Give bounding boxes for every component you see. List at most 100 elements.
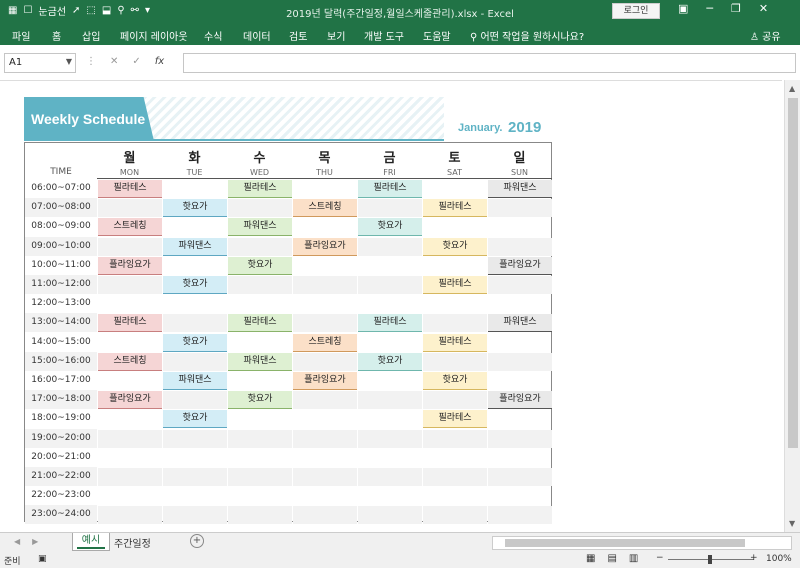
- class-cell-mon[interactable]: 스트레칭: [98, 352, 162, 371]
- class-cell-sun[interactable]: [488, 218, 552, 236]
- time-cell[interactable]: 21:00~22:00: [25, 467, 97, 486]
- class-cell-thu[interactable]: 플라잉요가: [293, 237, 357, 256]
- class-cell-sun[interactable]: [488, 410, 552, 428]
- tab-review[interactable]: 검토: [289, 28, 307, 43]
- class-cell-fri[interactable]: [358, 237, 422, 256]
- time-cell[interactable]: 14:00~15:00: [25, 333, 97, 352]
- class-cell-sun[interactable]: [488, 276, 552, 294]
- class-cell-fri[interactable]: [358, 468, 422, 486]
- time-cell[interactable]: 12:00~13:00: [25, 294, 97, 313]
- tab-data[interactable]: 데이터: [243, 28, 271, 43]
- class-cell-mon[interactable]: [98, 410, 162, 428]
- class-cell-fri[interactable]: [358, 257, 422, 275]
- time-cell[interactable]: 06:00~07:00: [25, 179, 97, 198]
- class-cell-tue[interactable]: 파워댄스: [163, 237, 227, 256]
- class-cell-wed[interactable]: 필라테스: [228, 314, 292, 333]
- class-cell-wed[interactable]: [228, 487, 292, 505]
- scroll-down-icon[interactable]: ▼: [789, 519, 795, 528]
- sheet-tab-example[interactable]: 예시: [72, 533, 110, 551]
- formula-input[interactable]: [183, 53, 796, 73]
- class-cell-sat[interactable]: [423, 391, 487, 410]
- class-cell-mon[interactable]: 필라테스: [98, 314, 162, 333]
- page-layout-view-icon[interactable]: ▤: [607, 553, 616, 564]
- class-cell-sat[interactable]: 필라테스: [423, 333, 487, 352]
- class-cell-sat[interactable]: 필라테스: [423, 276, 487, 294]
- class-cell-fri[interactable]: [358, 276, 422, 294]
- class-cell-sun[interactable]: [488, 352, 552, 371]
- tab-developer[interactable]: 개발 도구: [364, 28, 404, 43]
- class-cell-sat[interactable]: [423, 257, 487, 275]
- class-cell-sun[interactable]: 플라잉요가: [488, 391, 552, 410]
- class-cell-sun[interactable]: [488, 506, 552, 525]
- scroll-up-icon[interactable]: ▲: [789, 84, 795, 93]
- tell-me-search[interactable]: ⚲ 어떤 작업을 원하시나요?: [470, 28, 584, 43]
- class-cell-tue[interactable]: 핫요가: [163, 333, 227, 352]
- vertical-scrollbar[interactable]: ▲ ▼: [784, 80, 800, 532]
- class-cell-tue[interactable]: [163, 180, 227, 198]
- page-break-view-icon[interactable]: ▥: [629, 553, 638, 564]
- class-cell-fri[interactable]: 핫요가: [358, 352, 422, 371]
- time-cell[interactable]: 15:00~16:00: [25, 351, 97, 371]
- class-cell-thu[interactable]: 스트레칭: [293, 199, 357, 218]
- class-cell-wed[interactable]: [228, 410, 292, 428]
- class-cell-sat[interactable]: [423, 429, 487, 448]
- class-cell-sat[interactable]: [423, 468, 487, 486]
- time-cell[interactable]: 09:00~10:00: [25, 236, 97, 256]
- class-cell-tue[interactable]: [163, 352, 227, 371]
- class-cell-sun[interactable]: [488, 449, 552, 467]
- class-cell-thu[interactable]: [293, 218, 357, 236]
- class-cell-sat[interactable]: [423, 314, 487, 333]
- class-cell-thu[interactable]: 스트레칭: [293, 333, 357, 352]
- class-cell-mon[interactable]: [98, 449, 162, 467]
- class-cell-fri[interactable]: [358, 372, 422, 390]
- class-cell-sat[interactable]: 핫요가: [423, 372, 487, 390]
- class-cell-fri[interactable]: [358, 199, 422, 218]
- class-cell-sat[interactable]: [423, 218, 487, 236]
- minimize-icon[interactable]: ─: [706, 2, 713, 15]
- horizontal-scroll-thumb[interactable]: [505, 539, 745, 547]
- login-button[interactable]: 로그인: [612, 3, 660, 19]
- time-cell[interactable]: 22:00~23:00: [25, 486, 97, 505]
- class-cell-fri[interactable]: [358, 295, 422, 313]
- class-cell-thu[interactable]: [293, 257, 357, 275]
- class-cell-wed[interactable]: [228, 295, 292, 313]
- class-cell-mon[interactable]: [98, 487, 162, 505]
- enter-icon[interactable]: ✓: [132, 56, 140, 67]
- class-cell-wed[interactable]: [228, 468, 292, 486]
- class-cell-sun[interactable]: 플라잉요가: [488, 256, 552, 275]
- class-cell-sat[interactable]: [423, 487, 487, 505]
- class-cell-thu[interactable]: [293, 180, 357, 198]
- ribbon-display-icon[interactable]: ▣: [678, 2, 688, 15]
- class-cell-thu[interactable]: [293, 506, 357, 525]
- time-cell[interactable]: 08:00~09:00: [25, 217, 97, 236]
- chevron-down-icon[interactable]: ▼: [66, 57, 72, 66]
- class-cell-tue[interactable]: 파워댄스: [163, 372, 227, 390]
- class-cell-fri[interactable]: [358, 334, 422, 352]
- class-cell-tue[interactable]: [163, 468, 227, 486]
- class-cell-thu[interactable]: [293, 410, 357, 428]
- class-cell-tue[interactable]: 핫요가: [163, 199, 227, 218]
- time-cell[interactable]: 11:00~12:00: [25, 275, 97, 294]
- class-cell-wed[interactable]: 필라테스: [228, 180, 292, 198]
- class-cell-fri[interactable]: [358, 506, 422, 525]
- vertical-scroll-thumb[interactable]: [788, 98, 798, 448]
- close-icon[interactable]: ✕: [759, 2, 768, 15]
- horizontal-scrollbar[interactable]: [492, 536, 792, 550]
- class-cell-wed[interactable]: [228, 334, 292, 352]
- class-cell-mon[interactable]: [98, 372, 162, 390]
- class-cell-sun[interactable]: [488, 468, 552, 486]
- class-cell-sat[interactable]: [423, 506, 487, 525]
- class-cell-tue[interactable]: [163, 506, 227, 525]
- normal-view-icon[interactable]: ▦: [586, 553, 595, 564]
- class-cell-thu[interactable]: [293, 352, 357, 371]
- class-cell-mon[interactable]: [98, 276, 162, 294]
- class-cell-sun[interactable]: [488, 487, 552, 505]
- class-cell-thu[interactable]: [293, 295, 357, 313]
- name-box[interactable]: A1 ▼: [4, 53, 76, 73]
- class-cell-sat[interactable]: [423, 295, 487, 313]
- time-cell[interactable]: 17:00~18:00: [25, 390, 97, 410]
- class-cell-tue[interactable]: [163, 487, 227, 505]
- class-cell-wed[interactable]: [228, 372, 292, 390]
- class-cell-tue[interactable]: [163, 314, 227, 333]
- class-cell-fri[interactable]: [358, 487, 422, 505]
